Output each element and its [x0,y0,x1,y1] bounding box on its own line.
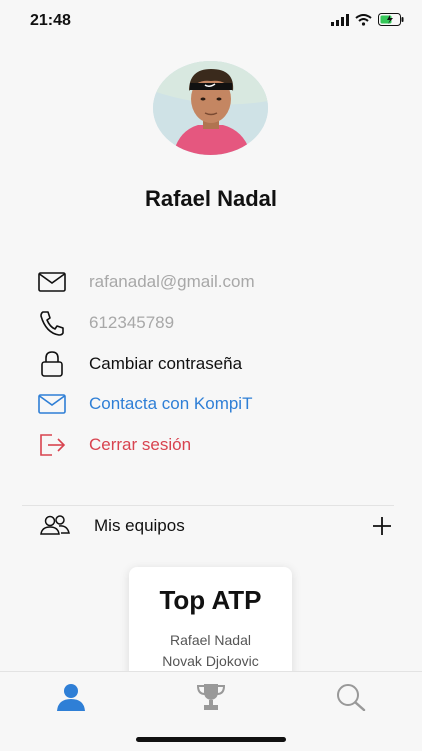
search-icon [337,684,366,711]
email-label: rafanadal@gmail.com [89,272,255,291]
logout-row[interactable]: Cerrar sesión [38,429,191,461]
team-card-title: Top ATP [159,585,262,615]
my-teams-row[interactable]: Mis equipos [22,507,400,545]
signal-icon [331,13,349,26]
phone-label: 612345789 [89,313,175,332]
team-card-player: Rafael Nadal [170,632,251,648]
profile-name: Rafael Nadal [144,186,278,211]
tab-trophy[interactable] [196,682,226,712]
email-row[interactable]: rafanadal@gmail.com [38,266,255,298]
status-time: 21:48 [30,12,71,29]
phone-row[interactable]: 612345789 [38,307,174,339]
lock-icon [38,350,66,378]
avatar[interactable] [153,61,268,155]
status-icons [331,13,404,26]
plus-icon[interactable] [372,516,392,541]
status-bar: 21:48 [0,0,422,44]
users-icon [40,514,70,541]
team-card-player: Novak Djokovic [162,653,259,669]
mail-icon [38,268,66,296]
phone-icon [38,309,66,337]
change-password-row[interactable]: Cambiar contraseña [38,348,242,380]
change-password-label: Cambiar contraseña [89,354,243,373]
player-photo [153,61,268,155]
divider [22,505,394,506]
home-indicator [136,737,286,742]
my-teams-label: Mis equipos [94,516,185,535]
logout-icon [38,431,66,459]
contact-label: Contacta con KompiT [89,394,253,413]
tab-profile[interactable] [56,682,86,712]
logout-label: Cerrar sesión [89,435,192,454]
person-icon [57,684,85,711]
battery-icon [378,13,404,26]
trophy-icon [196,684,226,710]
wifi-icon [355,13,372,26]
mail-icon [38,390,66,418]
tab-search[interactable] [336,682,366,712]
contact-row[interactable]: Contacta con KompiT [38,388,252,420]
